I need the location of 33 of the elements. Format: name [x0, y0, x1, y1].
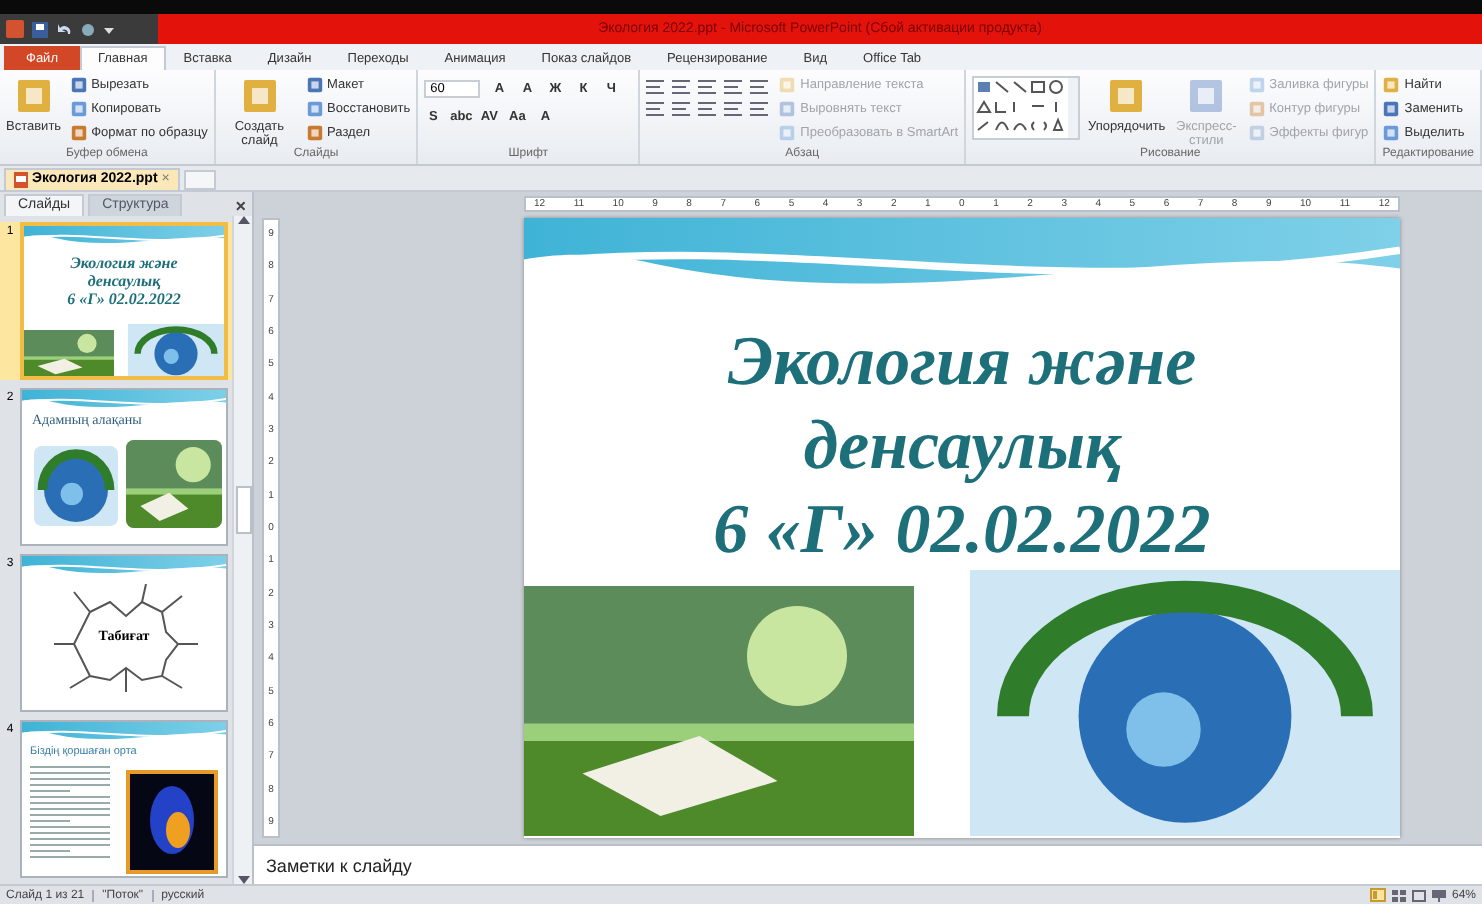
normal-view-icon: [1369, 888, 1386, 903]
paragraph-format-icon: [750, 79, 769, 94]
app-logo-icon: [6, 20, 24, 38]
photo-placeholder: [24, 329, 114, 376]
slide-thumbnail[interactable]: Экология және денсаулық 6 «Г» 02.02.2022: [20, 221, 228, 380]
slide-title: Экология және денсаулық 6 «Г» 02.02.2022: [65, 253, 183, 308]
paragraph-format-icon: [750, 101, 769, 116]
photo-placeholder: [34, 445, 118, 526]
sorter-view-icon: [1391, 889, 1406, 902]
photo-placeholder: [128, 323, 224, 376]
shapes-gallery-drawing: [972, 75, 1081, 140]
paragraph-format-icon: [672, 101, 691, 116]
slide-title: Экология және денсаулық 6 «Г» 02.02.2022: [711, 319, 1213, 572]
paragraph-format-icon: [646, 101, 665, 116]
reading-view-icon: [1411, 889, 1426, 902]
scrollbar[interactable]: [232, 215, 252, 885]
paragraph-format-icon: [724, 79, 743, 94]
scrollbar-thumb[interactable]: [235, 485, 251, 534]
paragraph-format-icon: [698, 101, 717, 116]
paragraph-format-icon: [698, 79, 717, 94]
photo-placeholder: [126, 439, 222, 528]
presentation-file-icon: [14, 171, 28, 188]
photo-placeholder: [126, 769, 218, 874]
text-lines-drawing: [30, 765, 110, 862]
slideshow-icon: [1431, 889, 1446, 902]
undo-icon: [56, 21, 72, 37]
new-tab-button[interactable]: [183, 169, 216, 190]
paragraph-format-icon: [646, 79, 665, 94]
paragraph-format-icon: [672, 79, 691, 94]
close-panel-button[interactable]: ×: [235, 195, 246, 216]
save-icon: [32, 21, 48, 37]
scroll-up-icon: [237, 215, 249, 224]
paragraph-format-icon: [724, 101, 743, 116]
